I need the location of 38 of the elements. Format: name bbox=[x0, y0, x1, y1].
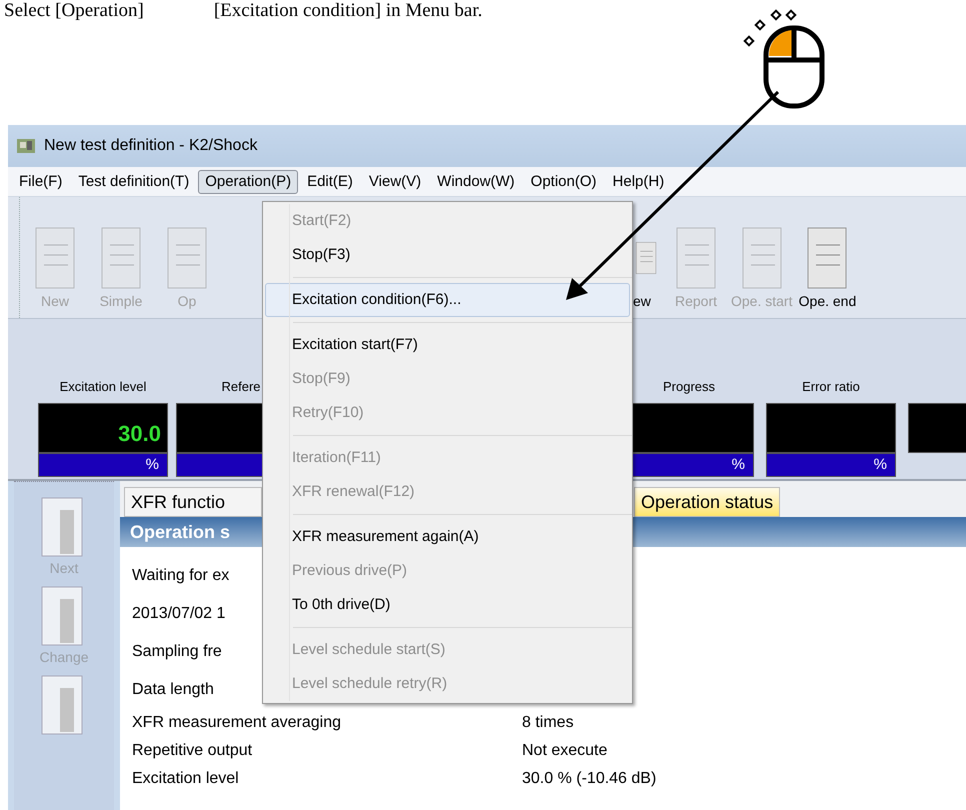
menu-item[interactable]: Excitation start(F7) bbox=[265, 328, 630, 362]
meter-label: Error ratio bbox=[802, 378, 860, 396]
app-icon bbox=[16, 137, 36, 155]
menu-item[interactable]: Stop(F3) bbox=[265, 238, 630, 272]
unit-bar: % bbox=[38, 453, 168, 477]
row-value: 30.0 % (-10.46 dB) bbox=[522, 769, 656, 789]
caption-text: [Excitation condition] in Menu bar. bbox=[214, 0, 482, 22]
window-title: New test definition - K2/Shock bbox=[44, 136, 258, 156]
menu-item[interactable]: Edit(E) bbox=[300, 170, 360, 194]
meter-display: 30.0 bbox=[38, 403, 168, 453]
row-value: 8 times bbox=[522, 713, 574, 733]
menu-item[interactable]: Option(O) bbox=[524, 170, 604, 194]
row-label: Excitation level bbox=[132, 770, 239, 787]
meter-label: Progress bbox=[662, 378, 716, 396]
row-label: 2013/07/02 1 bbox=[132, 605, 226, 622]
row-label: Sampling fre bbox=[132, 643, 222, 660]
menu-item[interactable]: Excitation condition(F6)... bbox=[265, 283, 630, 317]
caption-text: Select [Operation] bbox=[4, 0, 144, 22]
menu-item[interactable]: Test definition(T) bbox=[71, 170, 196, 194]
menu-item[interactable]: Window(W) bbox=[430, 170, 522, 194]
menu-item[interactable]: Operation(P) bbox=[198, 170, 298, 194]
meter-label: Excitation level bbox=[60, 378, 146, 396]
menu-item[interactable]: To 0th drive(D) bbox=[265, 588, 630, 622]
meter-label: Refere bbox=[221, 378, 261, 396]
tab[interactable]: Operation status bbox=[634, 487, 780, 517]
row-label: XFR measurement averaging bbox=[132, 714, 341, 731]
toolbar-button[interactable]: Ope. end bbox=[798, 197, 856, 318]
menu-item[interactable]: File(F) bbox=[12, 170, 70, 194]
toolbar-button[interactable]: ew bbox=[633, 197, 661, 318]
menu-item[interactable]: View(V) bbox=[362, 170, 428, 194]
unit-bar: % bbox=[766, 453, 896, 477]
row-label: Repetitive output bbox=[132, 742, 252, 759]
row-value: Not execute bbox=[522, 741, 608, 761]
tab[interactable]: XFR functio bbox=[124, 487, 262, 517]
row-label: Waiting for ex bbox=[132, 567, 230, 584]
menu-item[interactable]: Help(H) bbox=[606, 170, 672, 194]
mouse-icon bbox=[743, 9, 824, 108]
row-label: Data length bbox=[132, 681, 214, 698]
